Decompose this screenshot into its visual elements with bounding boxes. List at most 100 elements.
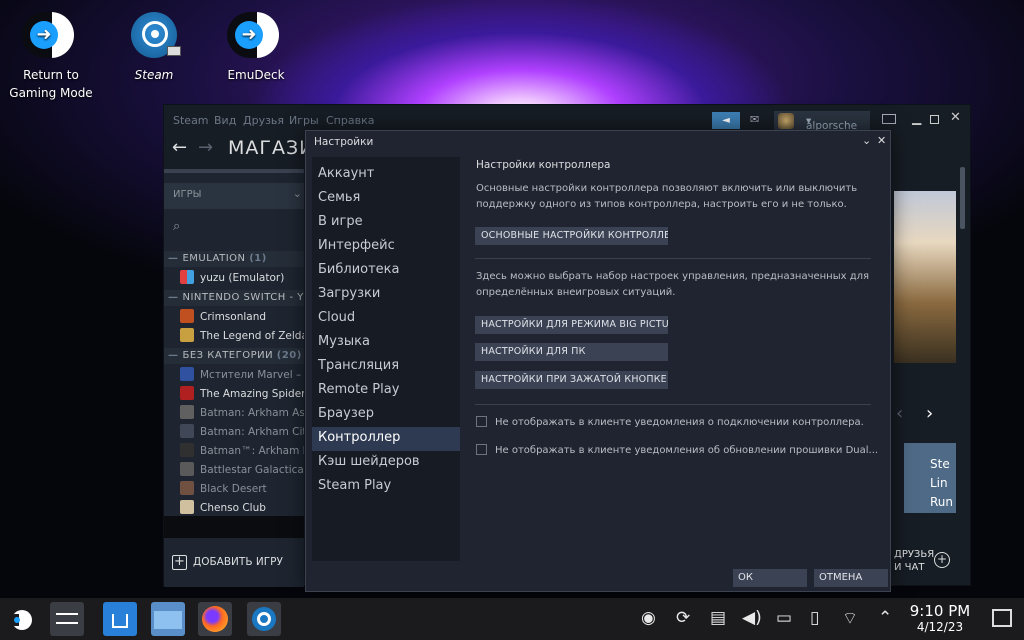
dialog-titlebar: Настройки ⌄ ✕	[306, 131, 890, 155]
storage-device-icon[interactable]: ▯	[810, 608, 819, 628]
sidebar-item-interface[interactable]: Интерфейс	[312, 235, 460, 259]
checkbox-label: Не отображать в клиенте уведомления об о…	[495, 445, 879, 456]
guide-chord-config-button[interactable]: НАСТРОЙКИ ПРИ ЗАЖАТОЙ КНОПКЕ G...	[475, 371, 668, 389]
clipboard-icon[interactable]: ▤	[710, 608, 726, 628]
settings-sidebar: Аккаунт Семья В игре Интерфейс Библиотек…	[312, 157, 460, 561]
maximize-button[interactable]	[930, 115, 939, 124]
list-item[interactable]: The Amazing Spider-M	[180, 386, 304, 404]
back-arrow-icon[interactable]: ←	[172, 137, 187, 158]
steam-taskbar-icon[interactable]	[247, 602, 281, 636]
sidebar-item-downloads[interactable]: Загрузки	[312, 283, 460, 307]
emudeck-icon: ➜	[227, 12, 279, 58]
sidebar-item-in-game[interactable]: В игре	[312, 211, 460, 235]
close-button[interactable]: ✕	[877, 134, 886, 147]
clock-time: 9:10 PM	[909, 602, 971, 620]
games-filter-dropdown[interactable]: ИГРЫ ⌄	[164, 183, 304, 209]
clock[interactable]: 9:10 PM 4/12/23	[905, 602, 975, 635]
minimize-button[interactable]: ▁	[912, 111, 921, 125]
desktop-icon-label: Steam	[134, 68, 174, 82]
list-item[interactable]: Batman: Arkham Asyl	[180, 405, 304, 423]
wifi-icon[interactable]: ⌔	[842, 608, 858, 629]
list-item[interactable]: Batman™: Arkham Kn	[180, 443, 304, 461]
desktop-config-button[interactable]: НАСТРОЙКИ ДЛЯ ПК	[475, 343, 668, 361]
desktop-icon-label: Return to	[23, 68, 79, 82]
sidebar-item-account[interactable]: Аккаунт	[312, 163, 460, 187]
sidebar-item-steam-play[interactable]: Steam Play	[312, 475, 460, 499]
minimize-button[interactable]: ⌄	[862, 134, 871, 147]
list-item[interactable]: Black Desert	[180, 481, 304, 499]
sidebar-item-broadcast[interactable]: Трансляция	[312, 355, 460, 379]
user-menu[interactable]: alporsche ▾	[774, 111, 870, 132]
sidebar-item-cloud[interactable]: Cloud	[312, 307, 460, 331]
group-header-switch[interactable]: — NINTENDO SWITCH - YU	[164, 290, 304, 306]
battery-icon[interactable]: ▭	[776, 608, 792, 628]
group-header-emulation[interactable]: — EMULATION (1)	[164, 251, 304, 267]
menu-view[interactable]: Вид	[214, 114, 236, 127]
nav-row: ← → МАГАЗИ	[164, 135, 313, 169]
add-friend-icon[interactable]: +	[934, 552, 950, 568]
chevron-up-icon[interactable]: ⌃	[878, 608, 892, 628]
show-desktop-button[interactable]	[992, 609, 1012, 627]
volume-icon[interactable]: ◀)	[742, 608, 762, 628]
menu-help[interactable]: Справка	[326, 114, 374, 127]
store-title[interactable]: МАГАЗИ	[228, 137, 314, 159]
checkbox-hide-connection-notifications[interactable]: Не отображать в клиенте уведомления о по…	[476, 416, 864, 428]
desktop-icon-label: EmuDeck	[227, 68, 285, 82]
add-game-label: ДОБАВИТЬ ИГРУ	[193, 556, 283, 568]
list-item[interactable]: Crimsonland	[180, 309, 304, 327]
desktop-icon-emudeck[interactable]: ➜ EmuDeck	[211, 2, 301, 84]
sidebar-item-browser[interactable]: Браузер	[312, 403, 460, 427]
desktop-icon-steam[interactable]: Steam	[109, 2, 199, 84]
file-manager-icon[interactable]	[151, 602, 185, 636]
update-tray-icon[interactable]: ⟳	[676, 608, 690, 628]
checkbox-box[interactable]	[476, 444, 487, 455]
notifications-icon[interactable]: ✉	[750, 113, 759, 126]
discover-store-icon[interactable]	[103, 602, 137, 636]
checkbox-label: Не отображать в клиенте уведомления о по…	[495, 417, 864, 428]
cancel-button[interactable]: ОТМЕНА	[814, 569, 888, 587]
sidebar-item-controller[interactable]: Контроллер	[312, 427, 460, 451]
list-item[interactable]: The Legend of Zelda:	[180, 328, 304, 346]
friends-chat-button[interactable]: ДРУЗЬЯ И ЧАТ	[894, 548, 934, 574]
desktop-icon-return-gaming-mode[interactable]: ➜ Return to Gaming Mode	[6, 2, 96, 102]
steam-icon	[131, 12, 181, 58]
menu-friends[interactable]: Друзья	[243, 114, 284, 127]
list-item[interactable]: Мстители Marvel – De	[180, 367, 304, 385]
plus-icon: +	[172, 555, 187, 570]
add-game-button[interactable]: + ДОБАВИТЬ ИГРУ	[172, 551, 292, 573]
settings-app-icon[interactable]	[50, 602, 84, 636]
sidebar-item-family[interactable]: Семья	[312, 187, 460, 211]
group-header-uncategorized[interactable]: — БЕЗ КАТЕГОРИИ (20)	[164, 348, 304, 364]
sidebar-item-music[interactable]: Музыка	[312, 331, 460, 355]
firefox-icon[interactable]	[198, 602, 232, 636]
scrollbar[interactable]	[960, 167, 965, 229]
close-button[interactable]: ✕	[950, 110, 961, 125]
clock-date: 4/12/23	[916, 620, 964, 634]
big-picture-icon[interactable]	[882, 114, 896, 124]
carousel-next-icon[interactable]: ›	[926, 403, 933, 424]
sidebar-item-library[interactable]: Библиотека	[312, 259, 460, 283]
menu-steam[interactable]: Steam	[173, 114, 209, 127]
forward-arrow-icon[interactable]: →	[198, 137, 213, 158]
store-banner-image	[894, 191, 956, 363]
checkbox-box[interactable]	[476, 416, 487, 427]
checkbox-hide-firmware-notifications[interactable]: Не отображать в клиенте уведомления об о…	[476, 444, 878, 456]
sidebar-item-remote-play[interactable]: Remote Play	[312, 379, 460, 403]
steam-tray-icon[interactable]: ◉	[641, 608, 656, 628]
ok-button[interactable]: ОК	[733, 569, 807, 587]
app-launcher-icon[interactable]	[9, 610, 32, 630]
settings-dialog: Настройки ⌄ ✕ Аккаунт Семья В игре Интер…	[305, 130, 891, 592]
divider	[475, 404, 871, 405]
store-tile[interactable]: Ste Lin Run	[904, 443, 956, 513]
sidebar-item-shader-cache[interactable]: Кэш шейдеров	[312, 451, 460, 475]
library-search[interactable]: ⌕	[164, 213, 304, 243]
menu-games[interactable]: Игры	[289, 114, 319, 127]
big-picture-config-button[interactable]: НАСТРОЙКИ ДЛЯ РЕЖИМА BIG PICTURE	[475, 316, 668, 334]
carousel-prev-icon[interactable]: ‹	[896, 403, 903, 424]
list-item[interactable]: yuzu (Emulator)	[180, 270, 304, 288]
announcement-button[interactable]: ◄	[712, 112, 740, 129]
general-controller-settings-button[interactable]: ОСНОВНЫЕ НАСТРОЙКИ КОНТРОЛЛЕ...	[475, 227, 668, 245]
list-item[interactable]: Battlestar Galactica D	[180, 462, 304, 480]
list-item[interactable]: Batman: Arkham City	[180, 424, 304, 442]
avatar	[778, 113, 794, 129]
